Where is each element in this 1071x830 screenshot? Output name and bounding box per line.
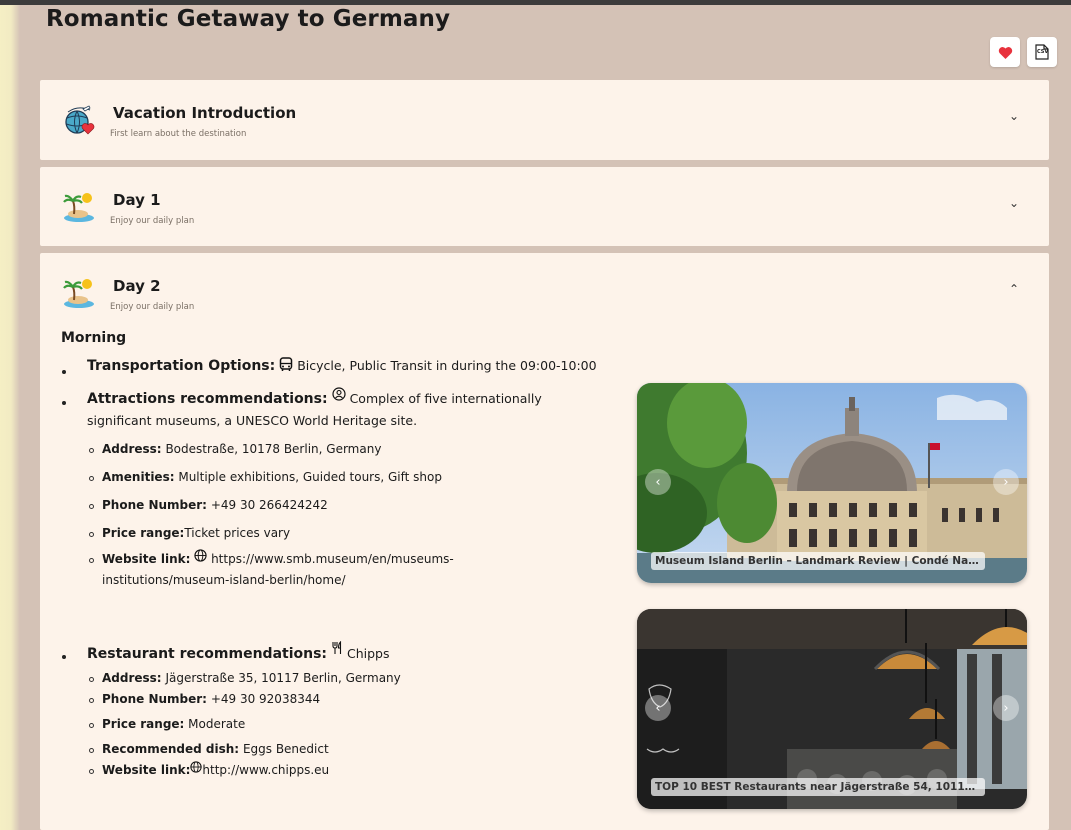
attraction-label: Attractions recommendations: <box>87 391 328 407</box>
attraction-item: Attractions recommendations: Complex of … <box>87 387 542 410</box>
transport-item: Transportation Options: Bicycle, Public … <box>87 355 597 377</box>
section-title: Day 1 <box>113 191 161 209</box>
bullet <box>62 401 66 405</box>
attraction-website-link-2[interactable]: institutions/museum-island-berlin/home/ <box>102 569 346 591</box>
bullet <box>89 532 94 537</box>
window-top-border <box>0 0 1071 5</box>
restaurant-label: Restaurant recommendations: <box>87 646 328 662</box>
bullet <box>89 558 94 563</box>
attraction-desc-2: significant museums, a UNESCO World Heri… <box>87 413 418 428</box>
section-vacation-introduction[interactable]: Vacation Introduction First learn about … <box>40 80 1049 160</box>
attraction-price: Price range:Ticket prices vary <box>102 526 291 540</box>
fork-knife-icon <box>332 641 342 654</box>
bullet <box>89 748 94 753</box>
period-heading: Morning <box>61 330 127 346</box>
bullet <box>89 476 94 481</box>
image-caption: Museum Island Berlin – Landmark Review |… <box>651 552 985 570</box>
section-subtitle: Enjoy our daily plan <box>110 216 195 226</box>
restaurant-website-link[interactable]: http://www.chipps.eu <box>202 763 329 777</box>
attraction-icon <box>331 387 346 401</box>
bullet <box>89 723 94 728</box>
island-icon <box>63 193 94 222</box>
attraction-amenities: Amenities: Multiple exhibitions, Guided … <box>102 470 442 484</box>
restaurant-image-carousel[interactable]: ‹ › TOP 10 BEST Restaurants near Jägerst… <box>637 609 1027 809</box>
image-caption: TOP 10 BEST Restaurants near Jägerstraße… <box>651 778 985 796</box>
heart-icon <box>998 46 1012 59</box>
island-icon <box>63 279 94 308</box>
bus-icon <box>279 357 293 371</box>
attraction-image-carousel[interactable]: ‹ › Museum Island Berlin – Landmark Revi… <box>637 383 1027 583</box>
bullet <box>89 769 94 774</box>
carousel-next-button[interactable]: › <box>993 469 1019 495</box>
csv-label: CSV <box>1037 49 1049 55</box>
restaurant-phone: Phone Number: +49 30 92038344 <box>102 692 321 706</box>
chevron-up-icon[interactable]: ⌃ <box>1009 283 1019 295</box>
section-subtitle: First learn about the destination <box>110 129 247 139</box>
favorite-button[interactable] <box>990 37 1020 67</box>
chevron-down-icon[interactable]: ⌄ <box>1009 110 1019 122</box>
bullet <box>62 370 66 374</box>
attraction-phone: Phone Number: +49 30 266424242 <box>102 498 328 512</box>
bullet <box>89 504 94 509</box>
restaurant-address: Address: Jägerstraße 35, 10117 Berlin, G… <box>102 671 401 685</box>
chevron-down-icon[interactable]: ⌄ <box>1009 197 1019 209</box>
attraction-website: Website link: https://www.smb.museum/en/… <box>102 548 454 570</box>
attraction-desc-1: Complex of five internationally <box>349 391 542 406</box>
section-title: Vacation Introduction <box>113 104 297 122</box>
restaurant-name: Chipps <box>347 646 390 661</box>
transport-value: Bicycle, Public Transit in during the 09… <box>297 358 597 373</box>
section-subtitle: Enjoy our daily plan <box>110 302 195 312</box>
bullet <box>89 677 94 682</box>
transport-label: Transportation Options: <box>87 358 276 374</box>
page-title: Romantic Getaway to Germany <box>46 6 451 32</box>
bullet <box>89 448 94 453</box>
restaurant-website: Website link: http://www.chipps.eu <box>102 761 330 777</box>
restaurant-price: Price range: Moderate <box>102 717 246 731</box>
restaurant-item: Restaurant recommendations: Chipps <box>87 641 390 665</box>
carousel-prev-button[interactable]: ‹ <box>645 469 671 495</box>
export-csv-button[interactable]: CSV <box>1027 37 1057 67</box>
left-edge-strip <box>0 5 20 830</box>
attraction-website-link-1[interactable]: https://www.smb.museum/en/museums- <box>211 552 454 566</box>
globe-heart-icon <box>65 105 95 135</box>
section-title: Day 2 <box>113 277 161 295</box>
section-day-1[interactable]: Day 1 Enjoy our daily plan ⌄ <box>40 167 1049 246</box>
globe-icon <box>194 549 207 562</box>
globe-icon <box>190 761 203 773</box>
restaurant-dish: Recommended dish: Eggs Benedict <box>102 742 329 756</box>
carousel-prev-button[interactable]: ‹ <box>645 695 671 721</box>
bullet <box>62 655 66 659</box>
section-day-2: Day 2 Enjoy our daily plan ⌃ Morning Tra… <box>40 253 1049 830</box>
attraction-address: Address: Bodestraße, 10178 Berlin, Germa… <box>102 442 382 456</box>
bullet <box>89 698 94 703</box>
carousel-next-button[interactable]: › <box>993 695 1019 721</box>
